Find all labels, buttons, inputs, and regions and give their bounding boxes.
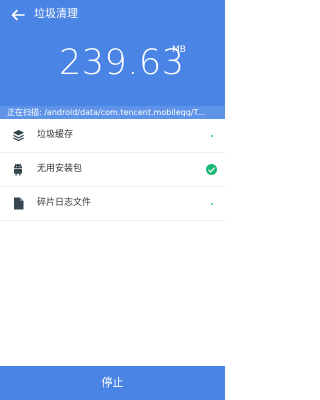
file-icon <box>11 196 25 210</box>
back-button[interactable] <box>8 5 28 25</box>
stop-button-label: 停止 <box>101 376 124 389</box>
header-panel: 垃圾清理 239.63 MB <box>0 0 225 106</box>
stop-button[interactable]: 停止 <box>0 366 225 400</box>
scan-path-text: 正在扫描: /android/data/com.tencent.mobileqq… <box>7 108 206 117</box>
android-icon <box>11 162 25 176</box>
category-list: 垃圾缓存 无用安装包 碎片日志文件 <box>0 119 225 366</box>
scan-status-bar: 正在扫描: /android/data/com.tencent.mobileqq… <box>0 106 225 119</box>
arrow-left-icon <box>11 9 25 21</box>
layers-icon <box>11 128 25 142</box>
category-label: 无用安装包 <box>37 164 83 174</box>
junk-size-unit: MB <box>172 45 186 55</box>
category-label: 垃圾缓存 <box>37 130 74 140</box>
category-item-apk[interactable]: 无用安装包 <box>0 153 225 187</box>
category-item-log[interactable]: 碎片日志文件 <box>0 187 225 221</box>
junk-size-value: 239.63 <box>59 43 185 83</box>
scanning-indicator <box>211 203 213 205</box>
category-item-cache[interactable]: 垃圾缓存 <box>0 119 225 153</box>
page-title: 垃圾清理 <box>34 7 78 20</box>
category-label: 碎片日志文件 <box>37 198 92 208</box>
scanning-indicator <box>211 135 213 137</box>
check-icon <box>206 164 217 175</box>
